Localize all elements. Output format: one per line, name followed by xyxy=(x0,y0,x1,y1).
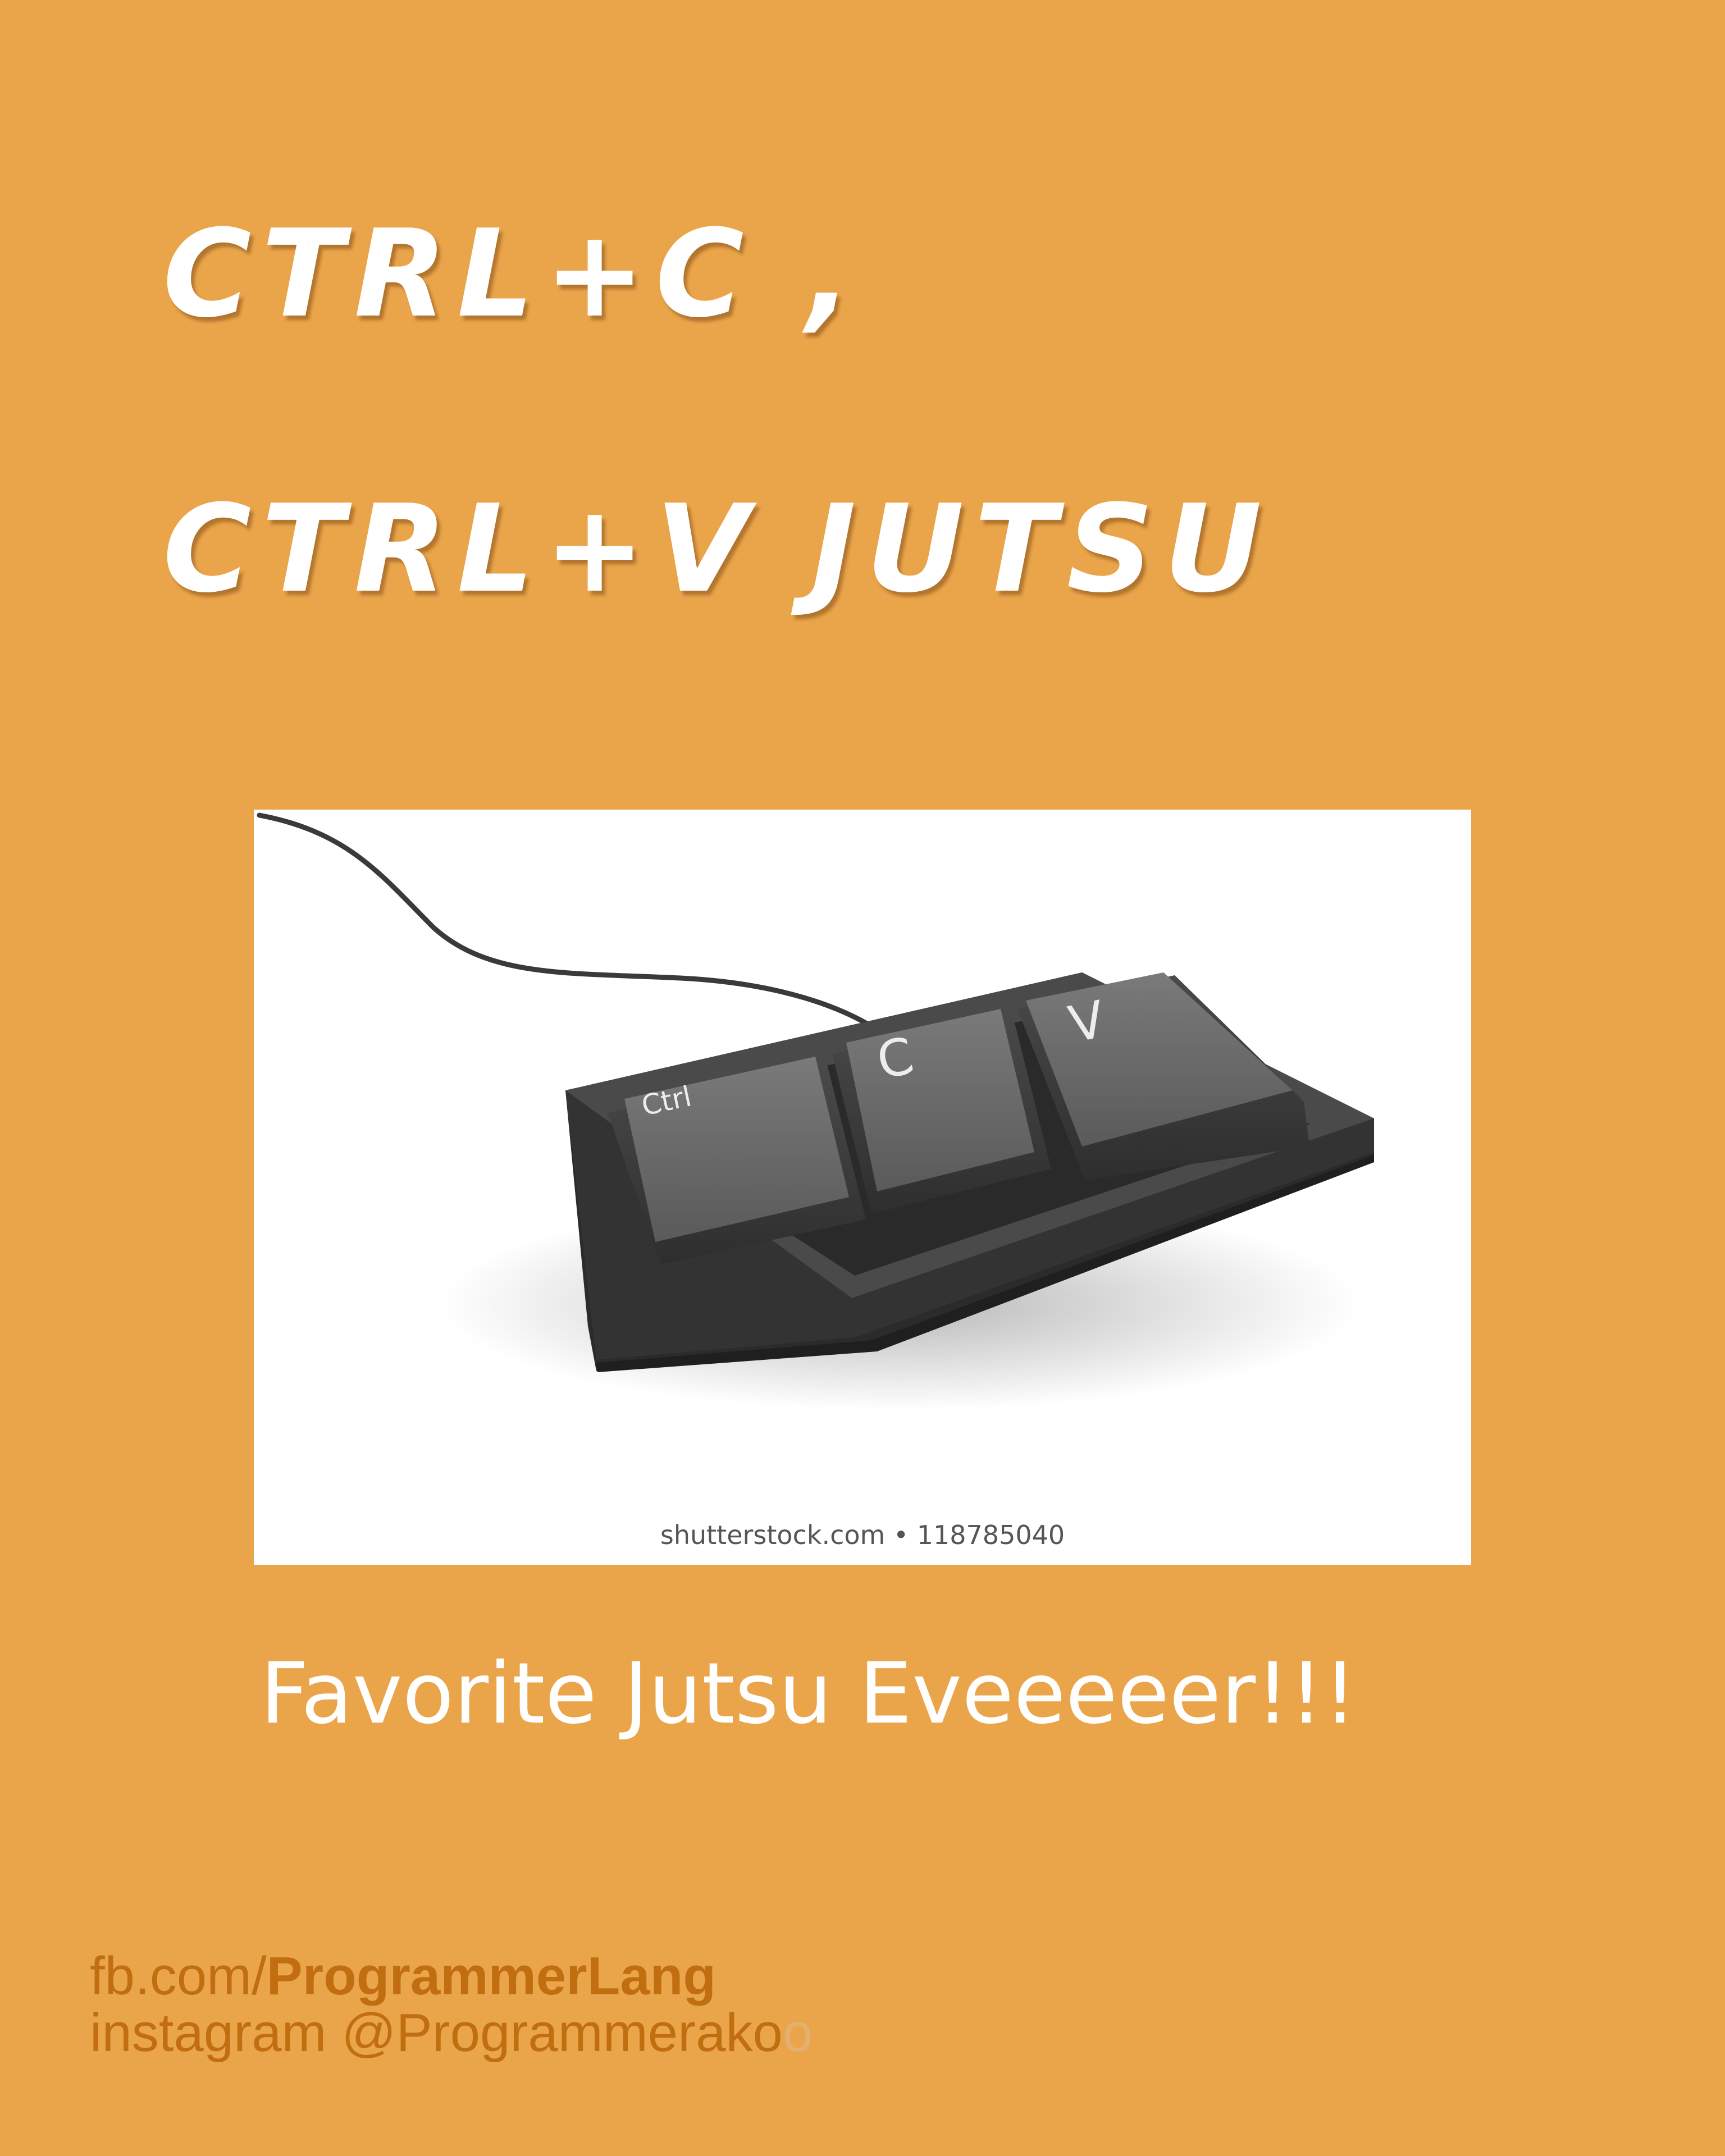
facebook-credit: fb.com/ProgrammerLang xyxy=(90,1948,813,2005)
instagram-credit: instagram @Programmerakoo xyxy=(90,2002,813,2063)
title-line-2: CTRL+V JUTSU xyxy=(163,478,1272,619)
instagram-handle-link[interactable]: instagram @Programmerako xyxy=(90,2003,783,2063)
instagram-trailing-letter: o xyxy=(782,2002,813,2063)
title-line-1: CTRL+C , xyxy=(163,203,862,344)
keyboard-photo: Ctrl C V shutterstock.com • 118785040 xyxy=(254,810,1471,1565)
facebook-page-link[interactable]: ProgrammerLang xyxy=(267,1946,716,2006)
caption: Favorite Jutsu Eveeeeer!!! xyxy=(260,1645,1357,1743)
photo-watermark: shutterstock.com • 118785040 xyxy=(660,1520,1065,1550)
facebook-prefix: fb.com/ xyxy=(90,1946,267,2006)
ctrl-c-v-keyboard-icon: Ctrl C V xyxy=(257,812,1374,1410)
credits: fb.com/ProgrammerLang instagram @Program… xyxy=(90,1948,813,2062)
cable xyxy=(257,812,869,1026)
